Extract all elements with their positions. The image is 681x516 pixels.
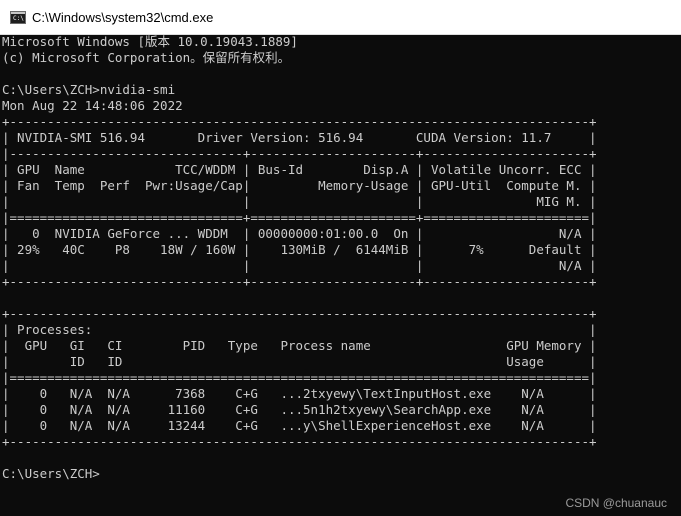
proc-table-border-top: +---------------------------------------… bbox=[2, 306, 597, 321]
proc-header-row-1: | GPU GI CI PID Type Process name GPU Me… bbox=[2, 338, 597, 353]
console-output[interactable]: Microsoft Windows [版本 10.0.19043.1889] (… bbox=[2, 34, 679, 516]
proc-row: | 0 N/A N/A 13244 C+G ...y\ShellExperien… bbox=[2, 418, 597, 433]
console-line-timestamp: Mon Aug 22 14:48:06 2022 bbox=[2, 98, 183, 113]
console-line-windows-version: Microsoft Windows [版本 10.0.19043.1889] bbox=[2, 34, 298, 49]
csdn-watermark: CSDN @chuanauc bbox=[565, 496, 667, 510]
smi-header-row-2: | Fan Temp Perf Pwr:Usage/Cap| Memory-Us… bbox=[2, 178, 597, 193]
proc-row: | 0 N/A N/A 7368 C+G ...2txyewy\TextInpu… bbox=[2, 386, 597, 401]
smi-header-row-3: | | | MIG M. | bbox=[2, 194, 597, 209]
cmd-app-icon: C:\ bbox=[10, 10, 26, 24]
smi-header-divider: |===============================+=======… bbox=[2, 210, 597, 225]
smi-version-row: | NVIDIA-SMI 516.94 Driver Version: 516.… bbox=[2, 130, 597, 145]
smi-gpu-row-3: | | | N/A | bbox=[2, 258, 597, 273]
proc-header-row-2: | ID ID Usage | bbox=[2, 354, 597, 369]
proc-table-title: | Processes: | bbox=[2, 322, 597, 337]
proc-table-border-bottom: +---------------------------------------… bbox=[2, 434, 597, 449]
smi-table-border-bottom: +-------------------------------+-------… bbox=[2, 274, 597, 289]
console-line-command: C:\Users\ZCH>nvidia-smi bbox=[2, 82, 176, 97]
smi-gpu-row-1: | 0 NVIDIA GeForce ... WDDM | 00000000:0… bbox=[2, 226, 597, 241]
cmd-icon-glyph: C:\ bbox=[13, 14, 24, 22]
proc-header-divider: |=======================================… bbox=[2, 370, 597, 385]
smi-table-border-top: +---------------------------------------… bbox=[2, 114, 597, 129]
smi-header-row-1: | GPU Name TCC/WDDM | Bus-Id Disp.A | Vo… bbox=[2, 162, 597, 177]
smi-gpu-row-2: | 29% 40C P8 18W / 160W | 130MiB / 6144M… bbox=[2, 242, 597, 257]
window-title: C:\Windows\system32\cmd.exe bbox=[32, 9, 214, 25]
console-prompt[interactable]: C:\Users\ZCH> bbox=[2, 466, 100, 482]
proc-row: | 0 N/A N/A 11160 C+G ...5n1h2txyewy\Sea… bbox=[2, 402, 597, 417]
smi-table-separator: |-------------------------------+-------… bbox=[2, 146, 597, 161]
console-line-copyright: (c) Microsoft Corporation。保留所有权利。 bbox=[2, 50, 291, 65]
window-titlebar[interactable]: C:\ C:\Windows\system32\cmd.exe bbox=[0, 0, 681, 35]
